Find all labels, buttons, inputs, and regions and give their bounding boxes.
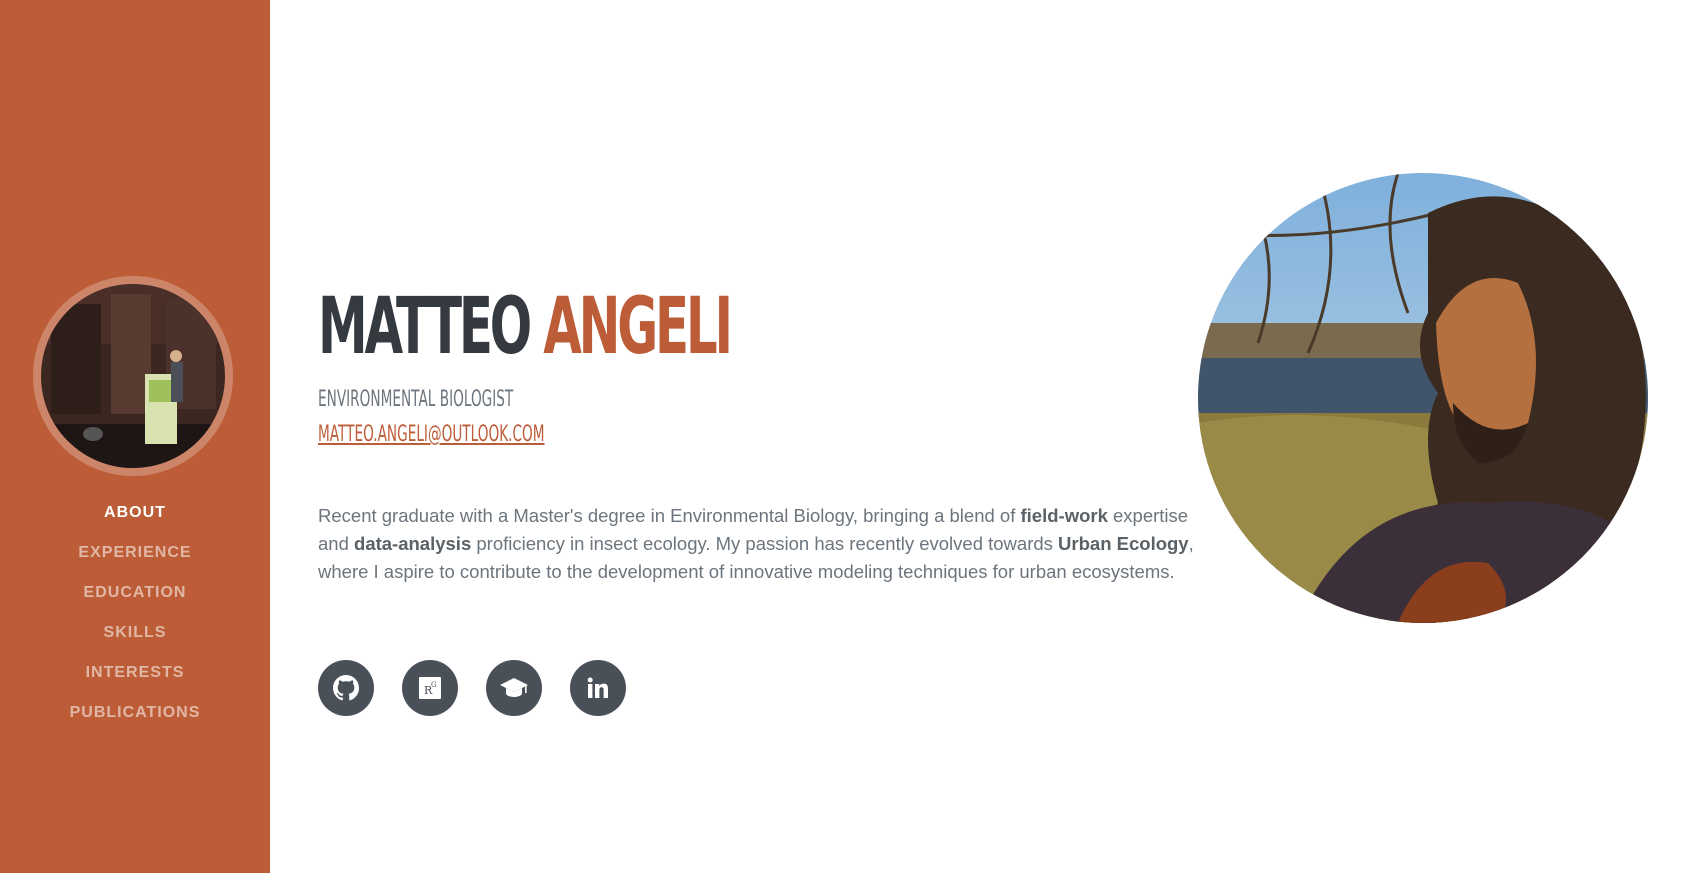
nav-link-interests[interactable]: Interests [86, 657, 185, 689]
last-name: ANGELI [543, 282, 733, 372]
portrait-photo [1198, 173, 1648, 623]
graduation-cap-icon [500, 678, 528, 697]
linkedin-button[interactable] [570, 660, 626, 716]
nav-item-about: About [0, 497, 270, 537]
nav-link-publications[interactable]: Publications [70, 697, 201, 729]
github-icon [333, 675, 359, 701]
researchgate-icon: R G [419, 677, 441, 699]
github-button[interactable] [318, 660, 374, 716]
lead-bold-data-analysis: data-analysis [354, 533, 472, 554]
about-lead: Recent graduate with a Master's degree i… [318, 502, 1198, 586]
lead-bold-urban-ecology: Urban Ecology [1058, 533, 1189, 554]
first-name: MATTEO [318, 282, 532, 372]
linkedin-icon [587, 677, 608, 698]
nav-item-skills: Skills [0, 617, 270, 657]
svg-text:G: G [431, 681, 437, 689]
page: About Experience Education Skills Intere… [0, 0, 1707, 873]
avatar-photo [41, 284, 225, 468]
nav-link-experience[interactable]: Experience [78, 537, 191, 569]
nav-link-skills[interactable]: Skills [104, 617, 167, 649]
lead-text-1: Recent graduate with a Master's degree i… [318, 505, 1021, 526]
lead-text-3: proficiency in insect ecology. My passio… [471, 533, 1059, 554]
email-link[interactable]: matteo.angeli@outlook.com [318, 420, 545, 450]
job-title: Environmental Biologist [318, 387, 514, 412]
sidebar-nav: About Experience Education Skills Intere… [0, 497, 270, 737]
scholar-button[interactable] [486, 660, 542, 716]
nav-item-experience: Experience [0, 537, 270, 577]
sidebar: About Experience Education Skills Intere… [0, 0, 270, 873]
nav-item-education: Education [0, 577, 270, 617]
nav-link-education[interactable]: Education [84, 577, 187, 609]
nav-link-about[interactable]: About [104, 497, 166, 529]
nav-item-publications: Publications [0, 697, 270, 737]
profile-avatar[interactable] [33, 276, 233, 476]
researchgate-button[interactable]: R G [402, 660, 458, 716]
social-icons: R G [318, 660, 626, 716]
lead-bold-fieldwork: field-work [1020, 505, 1108, 526]
page-title: MATTEO ANGELI [318, 280, 733, 375]
nav-item-interests: Interests [0, 657, 270, 697]
